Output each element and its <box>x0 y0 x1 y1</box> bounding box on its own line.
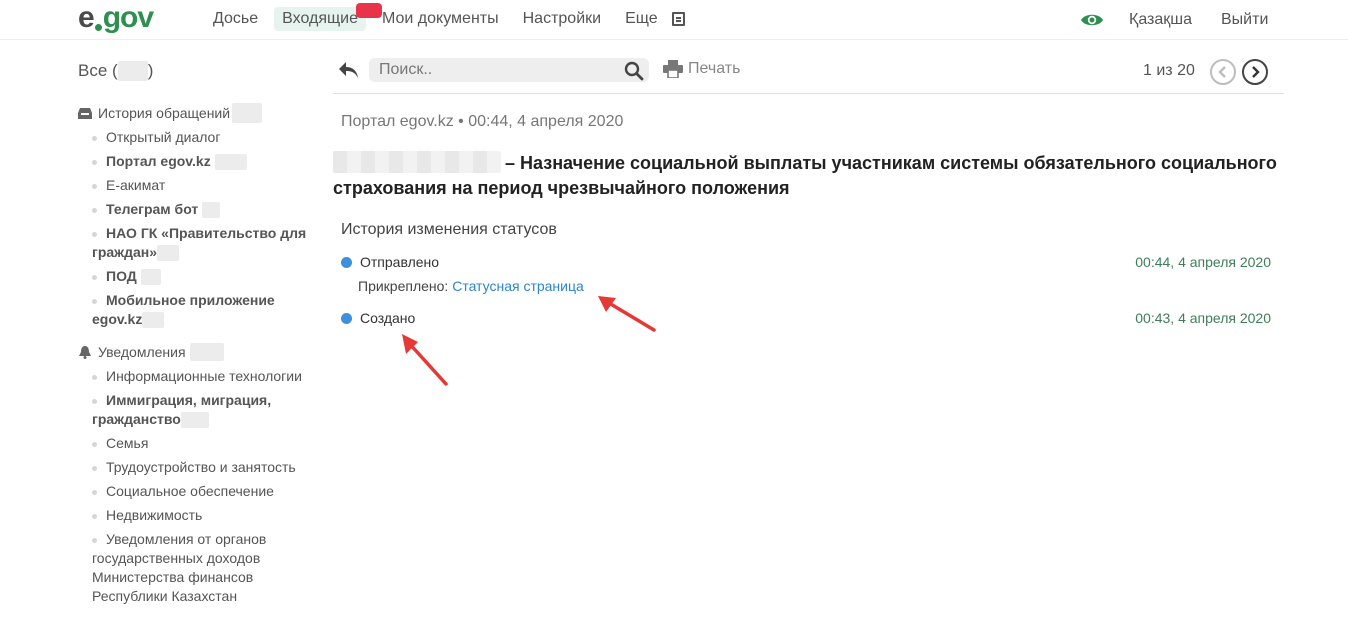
list-item-egov-portal[interactable]: Портал egov.kz <box>92 152 328 171</box>
list-item-government-for-citizens[interactable]: НАО ГК «Правительство для граждан» <box>92 224 328 262</box>
list-item-revenue-notifications[interactable]: Уведомления от органов государственных до… <box>92 530 328 606</box>
more-menu-icon[interactable] <box>671 12 685 26</box>
main-nav: Досье Входящие Мои документы Настройки Е… <box>205 6 685 32</box>
status-row-created: Создано 00:43, 4 апреля 2020 <box>341 308 1271 328</box>
sidebar: Все ( ) История обращений Открытый диало… <box>78 60 328 611</box>
message-toolbar: Печать 1 из 20 <box>333 52 1284 94</box>
top-bar: e gov Досье Входящие Мои документы Настро… <box>0 0 1348 40</box>
list-item-pod[interactable]: ПОД <box>92 267 328 286</box>
redacted-count <box>214 154 247 171</box>
list-item-mobile-app[interactable]: Мобильное приложение egov.kz <box>92 291 328 329</box>
search-input[interactable] <box>369 58 649 82</box>
message-subject: – Назначение социальной выплаты участник… <box>333 151 1277 198</box>
pager-text: 1 из 20 <box>1143 62 1195 79</box>
status-dot <box>341 256 352 268</box>
notifications-list: Информационные технологии Иммиграция, ми… <box>92 367 328 606</box>
status-history-title: История изменения статусов <box>341 221 557 238</box>
search-icon[interactable] <box>624 61 644 81</box>
reply-back-icon[interactable] <box>338 60 360 80</box>
message-meta: Портал egov.kz • 00:44, 4 апреля 2020 <box>341 113 624 130</box>
redacted-count <box>142 312 165 329</box>
list-item-real-estate[interactable]: Недвижимость <box>92 506 328 525</box>
redacted-count <box>117 61 148 81</box>
list-item-telegram-bot[interactable]: Телеграм бот <box>92 200 328 219</box>
redacted-count <box>157 245 180 262</box>
list-item-immigration[interactable]: Иммиграция, миграция, гражданство <box>92 391 328 429</box>
list-item-e-akimat[interactable]: E-акимат <box>92 176 328 195</box>
nav-dossier[interactable]: Досье <box>205 7 266 31</box>
status-page-link[interactable]: Статусная страница <box>452 278 584 294</box>
nav-my-documents[interactable]: Мои документы <box>374 7 507 31</box>
egov-logo[interactable]: e gov <box>78 3 154 33</box>
logout-link[interactable]: Выйти <box>1221 11 1268 29</box>
next-button[interactable] <box>1242 59 1268 85</box>
redacted-count <box>202 202 221 219</box>
nav-more[interactable]: Еще <box>617 7 666 31</box>
history-section-title[interactable]: История обращений <box>78 103 328 123</box>
notifications-section-title[interactable]: Уведомления <box>78 343 328 361</box>
history-list: Открытый диалог Портал egov.kz E-акимат … <box>92 128 328 329</box>
language-switch[interactable]: Қазақша <box>1129 11 1192 29</box>
redacted-count <box>140 269 161 286</box>
list-item-employment[interactable]: Трудоустройство и занятость <box>92 458 328 477</box>
redacted-id <box>333 151 501 173</box>
redacted-count <box>232 103 263 123</box>
all-messages[interactable]: Все ( ) <box>78 60 328 82</box>
previous-button[interactable] <box>1210 59 1236 85</box>
list-item-open-dialog[interactable]: Открытый диалог <box>92 128 328 147</box>
eye-icon[interactable] <box>1080 12 1104 28</box>
attachment-line: Прикреплено: Статусная страница <box>358 278 584 294</box>
list-item-family[interactable]: Семья <box>92 434 328 453</box>
status-row-sent: Отправлено 00:44, 4 апреля 2020 <box>341 252 1271 272</box>
redacted-count <box>180 412 209 429</box>
inbox-count-badge <box>356 3 382 18</box>
print-button[interactable]: Печать <box>663 60 740 78</box>
annotation-arrow-icon <box>402 334 448 386</box>
status-dot <box>341 312 352 324</box>
nav-settings[interactable]: Настройки <box>515 7 609 31</box>
redacted-count <box>189 343 224 361</box>
chevron-left-icon <box>1218 66 1226 78</box>
printer-icon <box>663 60 683 78</box>
bell-icon <box>79 345 91 359</box>
list-item-social-security[interactable]: Социальное обеспечение <box>92 482 328 501</box>
list-item-it[interactable]: Информационные технологии <box>92 367 328 386</box>
inbox-tray-icon <box>78 107 92 119</box>
chevron-right-icon <box>1252 66 1260 78</box>
nav-inbox[interactable]: Входящие <box>274 7 367 31</box>
logo-dot <box>94 24 102 31</box>
